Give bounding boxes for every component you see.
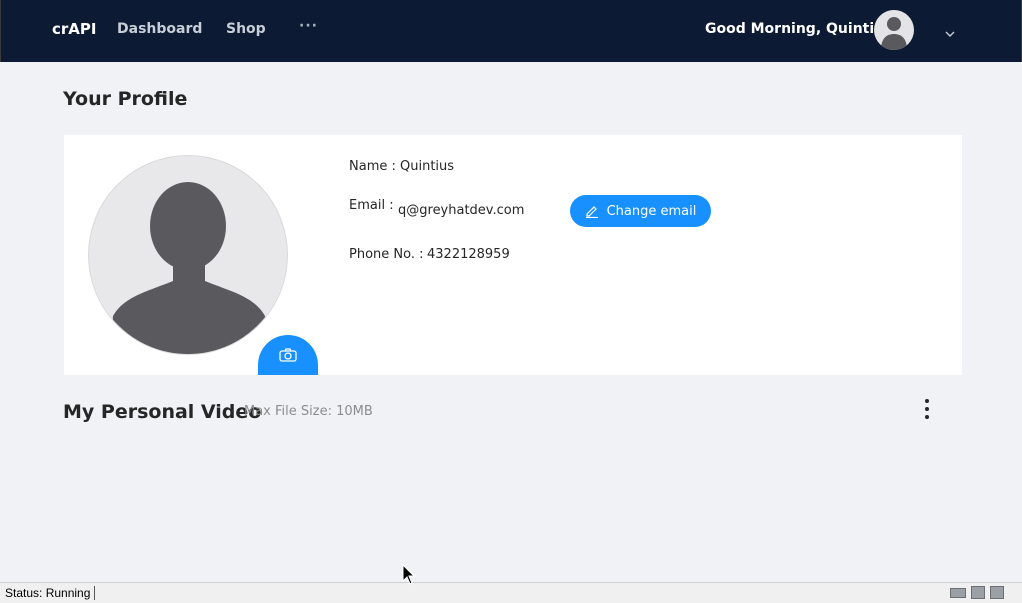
clip-icon[interactable] [971,586,985,599]
greeting-text: Good Morning, Quintius! [705,21,899,37]
status-text: Status: Running [5,586,96,600]
nav-dashboard[interactable]: Dashboard [117,21,202,37]
brand-logo[interactable]: crAPI [52,20,96,38]
profile-card: Name : Quintius Email : q@greyhatdev.com… [64,135,962,375]
system-tray [950,586,1004,599]
top-navbar: crAPI Dashboard Shop ··· Good Morning, Q… [0,0,1022,62]
phone-value: 4322128959 [427,247,510,262]
name-label: Name : [349,159,396,174]
chevron-down-icon[interactable] [944,24,956,43]
user-silhouette-icon [112,182,266,354]
status-bar: Status: Running [0,582,1022,603]
email-value: q@greyhatdev.com [398,203,525,218]
nav-shop[interactable]: Shop [226,21,266,37]
disk-icon[interactable] [990,586,1004,599]
max-file-size-text: Max File Size: 10MB [244,404,373,419]
change-email-button[interactable]: Change email [570,195,711,227]
mouse-cursor-icon [402,563,416,590]
nav-more-menu[interactable]: ··· [299,18,318,34]
keyboard-icon[interactable] [950,587,966,598]
phone-label: Phone No. : [349,247,424,262]
video-section-title: My Personal Video [63,401,262,423]
edit-icon [585,206,598,218]
camera-icon[interactable] [258,335,318,375]
email-label: Email : [349,198,394,213]
page-title: Your Profile [63,88,188,110]
name-value: Quintius [400,159,455,174]
more-vertical-icon[interactable] [917,397,937,421]
user-avatar-icon[interactable] [874,10,914,50]
profile-picture [88,155,288,355]
change-email-label: Change email [606,203,697,219]
